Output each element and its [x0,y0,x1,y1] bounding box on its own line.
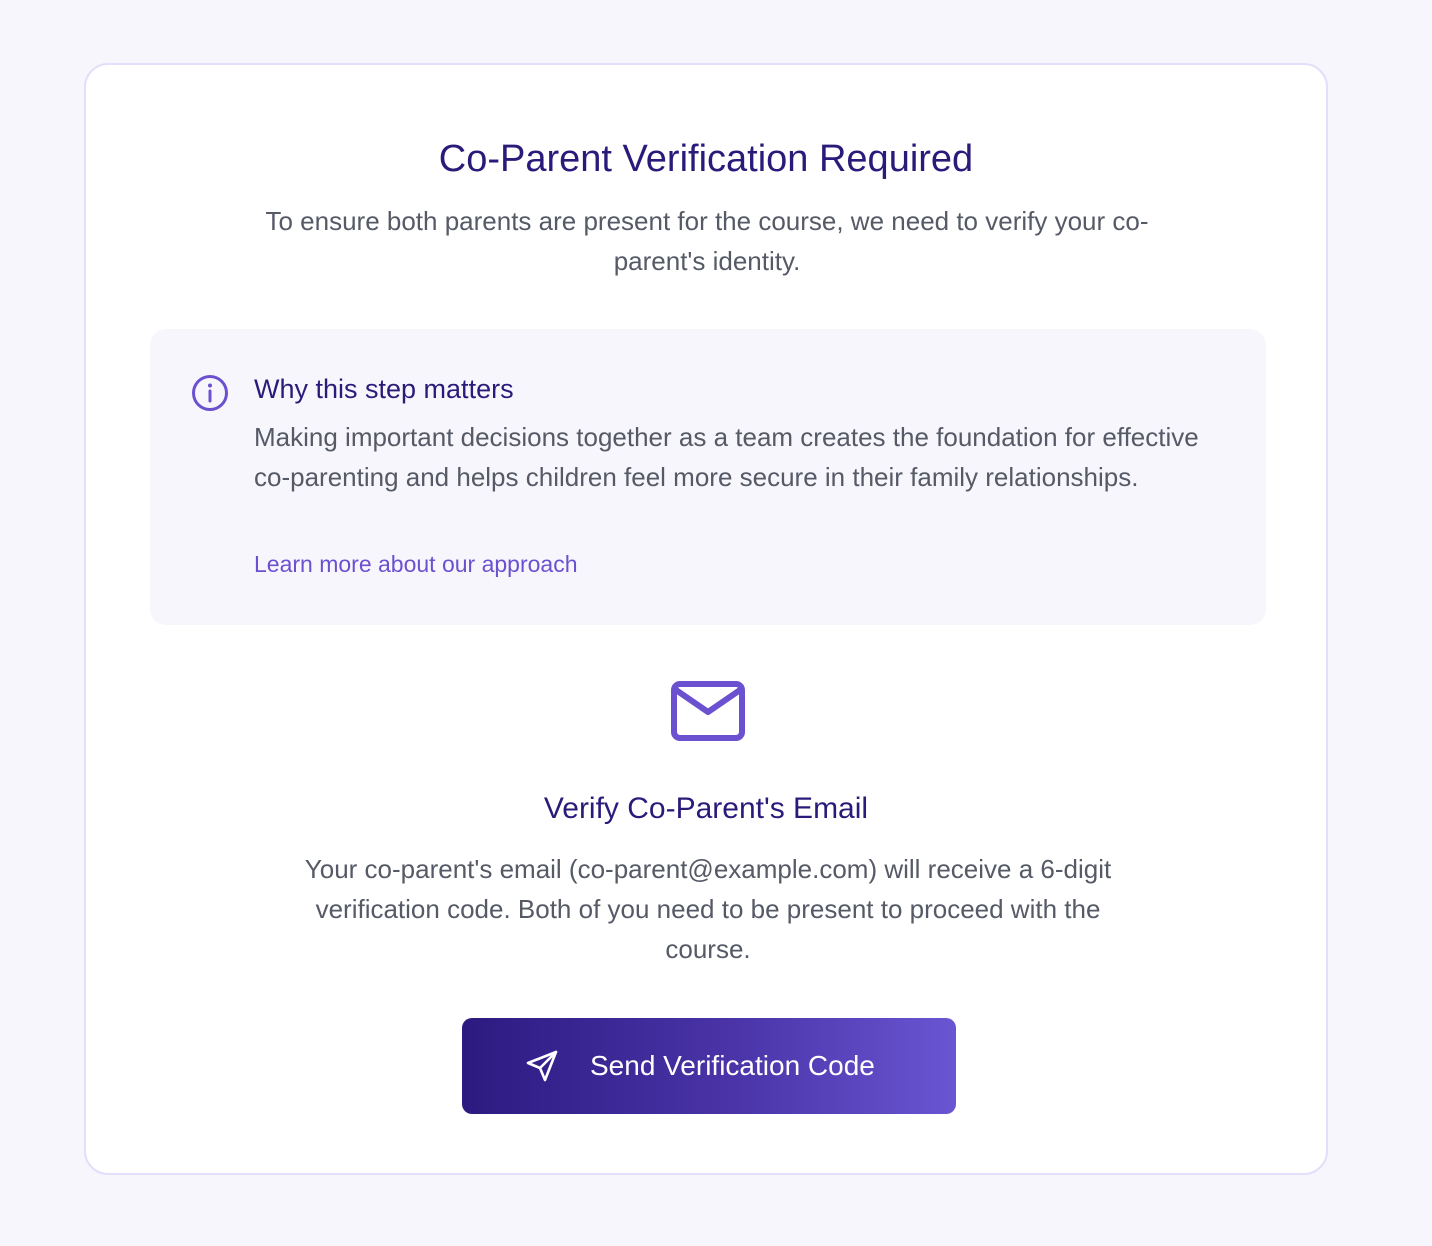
learn-more-link[interactable]: Learn more about our approach [254,547,578,581]
send-icon [526,1050,558,1082]
page-subtitle: To ensure both parents are present for t… [265,206,1149,276]
verification-card: Co-Parent Verification Required To ensur… [84,63,1328,1175]
send-button-label: Send Verification Code [590,1050,875,1081]
page-title: Co-Parent Verification Required [438,138,974,180]
info-callout: Why this step matters Making important d… [150,329,1266,625]
info-text: Making important decisions together as a… [254,422,1199,492]
mail-icon [671,681,745,741]
verify-email-heading: Verify Co-Parent's Email [543,792,869,825]
info-circle-icon [192,375,228,411]
send-verification-code-button[interactable]: Send Verification Code [462,1018,956,1114]
info-heading: Why this step matters [254,374,514,404]
verify-email-description: Your co-parent's email (co-parent@exampl… [304,854,1112,964]
